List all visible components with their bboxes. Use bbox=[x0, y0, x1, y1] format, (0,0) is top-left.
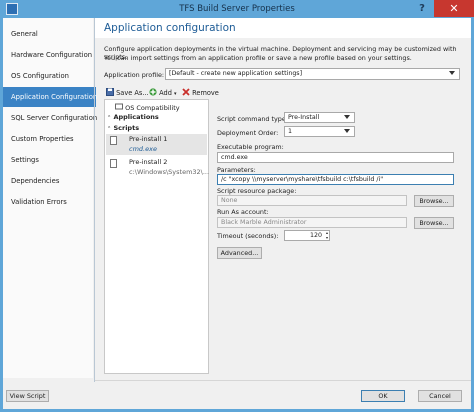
application-profile-label-text: Application profile: bbox=[104, 71, 165, 79]
nav-divider bbox=[94, 18, 95, 382]
chevron-down-icon bbox=[344, 129, 350, 133]
deployment-order-select[interactable]: 1 bbox=[284, 126, 355, 137]
tree-group-scripts-label: Scripts bbox=[113, 124, 140, 132]
deployment-order-value: 1 bbox=[288, 128, 293, 135]
window-title: TFS Build Server Properties bbox=[179, 4, 295, 14]
application-profile-value: [Default - create new application settin… bbox=[169, 70, 303, 77]
stepper-arrows-icon[interactable]: ▴ ▾ bbox=[326, 231, 328, 240]
nav-item-general[interactable]: General bbox=[3, 24, 96, 44]
collapse-chevron-icon: ⌃ bbox=[107, 126, 112, 132]
nav-item-dependencies[interactable]: Dependencies bbox=[3, 171, 96, 191]
parameters-label: Parameters: bbox=[217, 166, 256, 174]
add-icon bbox=[149, 88, 157, 96]
nav-item-custom-properties[interactable]: Custom Properties bbox=[3, 129, 96, 149]
nav-item-hardware-configuration[interactable]: Hardware Configuration bbox=[3, 45, 96, 65]
nav-item-settings[interactable]: Settings bbox=[3, 150, 96, 170]
help-button[interactable]: ? bbox=[410, 2, 434, 16]
application-profile-select[interactable]: [Default - create new application settin… bbox=[165, 68, 460, 80]
close-button[interactable]: ✕ bbox=[434, 0, 474, 17]
view-script-button[interactable]: View Script bbox=[6, 390, 49, 402]
add-label: Add bbox=[159, 89, 172, 97]
remove-icon bbox=[182, 88, 190, 96]
nav-item-sql-server-configuration[interactable]: SQL Server Configuration bbox=[3, 108, 97, 128]
page-description-line2: You can import settings from an applicat… bbox=[104, 54, 412, 62]
remove-button[interactable]: Remove bbox=[182, 88, 219, 99]
dropdown-arrow-icon: ▾ bbox=[173, 91, 177, 97]
remove-label: Remove bbox=[192, 89, 219, 97]
executable-program-label: Executable program: bbox=[217, 143, 284, 151]
script-command-type-label: Script command type: bbox=[217, 115, 288, 123]
run-as-account-input[interactable]: Black Marble Administrator bbox=[217, 217, 407, 228]
executable-program-input[interactable]: cmd.exe bbox=[217, 152, 454, 163]
tree-item-pre-install-2[interactable]: Pre-install 2 c:\Windows\System32\... bbox=[106, 157, 210, 178]
nav-item-application-configuration[interactable]: Application Configuration bbox=[3, 87, 97, 107]
page-title: Application configuration bbox=[104, 22, 236, 34]
nav-item-os-configuration[interactable]: OS Configuration bbox=[3, 66, 96, 86]
configuration-tree: OS Compatibility ⌃ Applications ⌃ Script… bbox=[104, 99, 209, 374]
script-icon bbox=[110, 136, 117, 147]
advanced-button[interactable]: Advanced... bbox=[217, 247, 262, 259]
chevron-down-icon bbox=[344, 115, 350, 119]
ok-button[interactable]: OK bbox=[361, 390, 405, 402]
application-profile-label: Application profile: bbox=[104, 71, 164, 79]
save-icon bbox=[106, 88, 114, 96]
os-compatibility-icon bbox=[115, 103, 123, 110]
script-resource-package-input[interactable]: None bbox=[217, 195, 407, 206]
timeout-stepper[interactable]: 120 ▴ ▾ bbox=[284, 230, 330, 241]
sidebar-nav: General Hardware Configuration OS Config… bbox=[3, 18, 97, 378]
footer-separator bbox=[95, 380, 471, 381]
nav-item-validation-errors[interactable]: Validation Errors bbox=[3, 192, 96, 212]
save-as-label: Save As... bbox=[116, 89, 149, 97]
save-as-button[interactable]: Save As... bbox=[106, 88, 149, 99]
resource-package-browse-button[interactable]: Browse... bbox=[414, 195, 454, 207]
script-command-type-value: Pre-Install bbox=[288, 114, 320, 121]
timeout-value: 120 bbox=[309, 232, 322, 239]
tree-item-pre-install-1[interactable]: Pre-install 1 cmd.exe bbox=[106, 134, 207, 155]
script-resource-package-label: Script resource package: bbox=[217, 187, 297, 195]
run-as-account-label: Run As account: bbox=[217, 208, 269, 216]
parameters-input[interactable]: /c "xcopy \\myserver\myshare\tfsbuild c:… bbox=[217, 174, 454, 185]
script-name: Pre-install 1 bbox=[129, 135, 168, 143]
tree-item-os-compatibility-label: OS Compatibility bbox=[125, 104, 180, 112]
run-as-browse-button[interactable]: Browse... bbox=[414, 217, 454, 229]
tree-group-applications-label: Applications bbox=[113, 113, 159, 121]
script-detail: c:\Windows\System32\... bbox=[129, 168, 210, 176]
cancel-button[interactable]: Cancel bbox=[418, 390, 462, 402]
tree-item-os-compatibility[interactable]: OS Compatibility bbox=[115, 103, 180, 112]
tree-group-applications[interactable]: ⌃ Applications bbox=[107, 113, 159, 121]
script-icon bbox=[110, 159, 117, 170]
script-command-type-select[interactable]: Pre-Install bbox=[284, 112, 355, 123]
collapse-chevron-icon: ⌃ bbox=[107, 115, 112, 121]
script-detail: cmd.exe bbox=[129, 145, 157, 153]
timeout-label: Timeout (seconds): bbox=[217, 232, 279, 240]
script-name: Pre-install 2 bbox=[129, 158, 168, 166]
deployment-order-label: Deployment Order: bbox=[217, 129, 279, 137]
chevron-down-icon bbox=[449, 71, 455, 75]
tree-group-scripts[interactable]: ⌃ Scripts bbox=[107, 124, 139, 132]
